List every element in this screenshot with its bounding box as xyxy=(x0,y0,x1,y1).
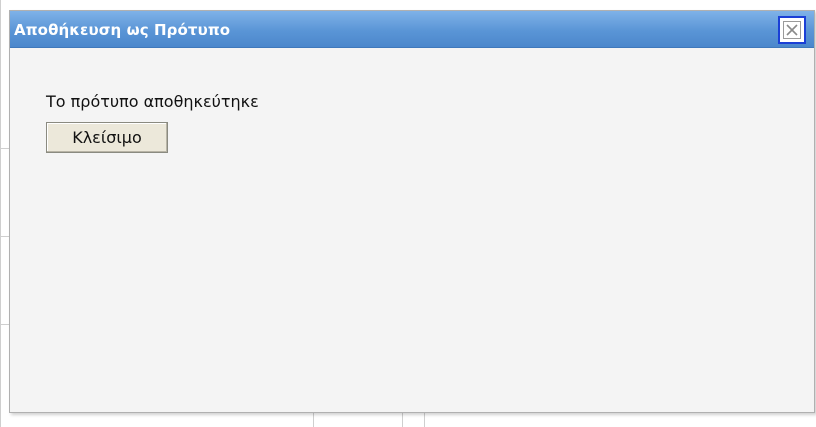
close-button[interactable] xyxy=(778,16,806,44)
dialog-titlebar[interactable]: Αποθήκευση ως Πρότυπο xyxy=(10,11,814,48)
dialog-title: Αποθήκευση ως Πρότυπο xyxy=(14,21,231,39)
background-divider xyxy=(0,324,9,325)
background-divider xyxy=(402,413,403,427)
confirmation-message: Το πρότυπο αποθηκεύτηκε xyxy=(46,92,259,111)
save-template-dialog: Αποθήκευση ως Πρότυπο Το πρότυπο αποθηκε… xyxy=(9,10,815,413)
background-divider xyxy=(0,236,9,237)
close-icon xyxy=(783,21,801,39)
background-divider xyxy=(424,413,425,427)
close-dialog-button[interactable]: Κλείσιμο xyxy=(46,122,168,153)
background-divider xyxy=(0,0,1,427)
background-divider xyxy=(0,148,9,149)
background-divider xyxy=(313,413,314,427)
